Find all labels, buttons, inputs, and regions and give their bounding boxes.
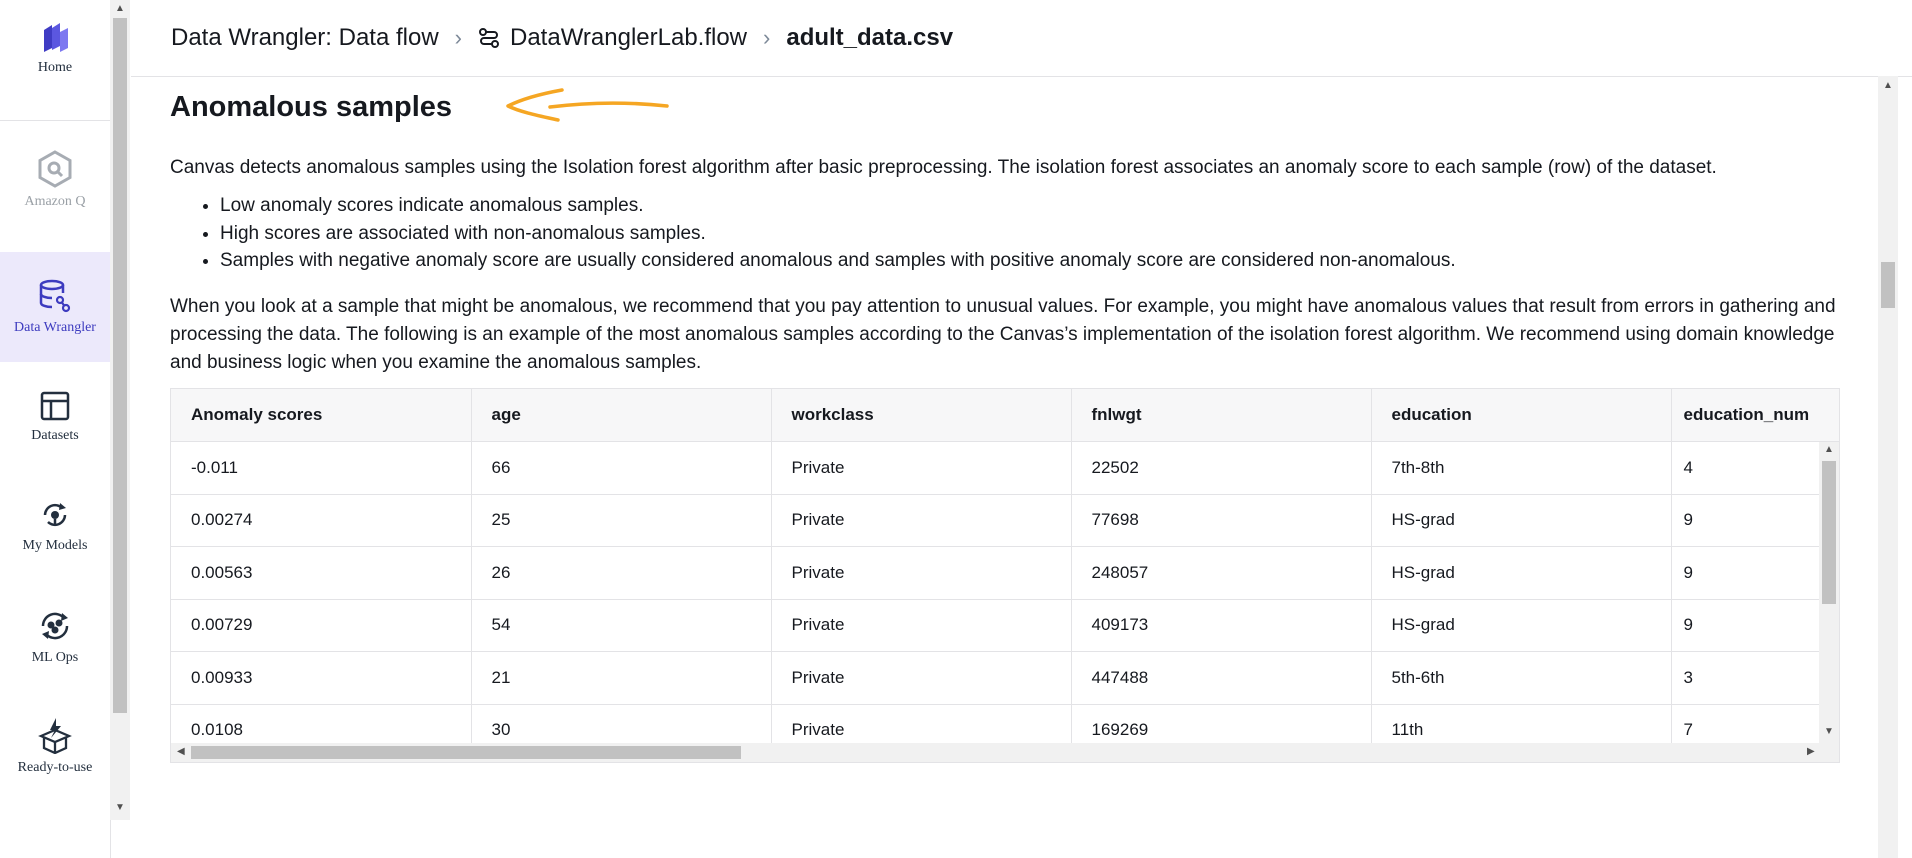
column-header[interactable]: Anomaly scores xyxy=(171,389,472,442)
table-cell: Private xyxy=(771,651,1072,705)
left-navigation: Home Amazon Q Data Wrangler Datasets My … xyxy=(0,0,111,858)
table-cell: 0.00729 xyxy=(171,599,472,652)
table-cell: 0.00933 xyxy=(171,651,472,705)
nav-item-datasets[interactable]: Datasets xyxy=(0,390,110,470)
table-cell: 66 xyxy=(471,441,772,495)
table-cell: 4 xyxy=(1671,441,1839,495)
table-cell: 9 xyxy=(1671,599,1839,652)
nav-label-data-wrangler: Data Wrangler xyxy=(14,320,96,335)
breadcrumb: Data Wrangler: Data flow › DataWranglerL… xyxy=(171,24,953,52)
amazon-q-icon xyxy=(38,150,72,188)
table-row: 0.00933 21 Private 447488 5th-6th 3 xyxy=(171,651,1839,705)
table-row: 0.00729 54 Private 409173 HS-grad 9 xyxy=(171,599,1839,652)
table-row: 0.00563 26 Private 248057 HS-grad 9 xyxy=(171,546,1839,600)
column-header[interactable]: age xyxy=(471,389,772,442)
bullet-list: Low anomaly scores indicate anomalous sa… xyxy=(170,192,1840,275)
table-horizontal-scrollbar-thumb[interactable] xyxy=(191,746,741,759)
table-cell: 9 xyxy=(1671,494,1839,547)
table-cell: 25 xyxy=(471,494,772,547)
table-cell: Private xyxy=(771,441,1072,495)
bullet-item: Low anomaly scores indicate anomalous sa… xyxy=(220,192,1840,220)
page-scrollbar[interactable]: ▲ xyxy=(1878,76,1898,858)
data-wrangler-icon xyxy=(39,279,71,313)
intro-paragraph: Canvas detects anomalous samples using t… xyxy=(170,157,1717,178)
nav-label-my-models: My Models xyxy=(22,538,88,553)
table-cell: 447488 xyxy=(1071,651,1372,705)
ready-to-use-icon xyxy=(38,718,72,754)
table-cell: 21 xyxy=(471,651,772,705)
chevron-right-icon: › xyxy=(763,25,771,50)
table-vertical-scrollbar[interactable]: ▲ ▼ xyxy=(1819,442,1839,743)
nav-item-data-wrangler[interactable]: Data Wrangler xyxy=(0,252,110,362)
datasets-icon xyxy=(40,391,70,421)
table-cell: 409173 xyxy=(1071,599,1372,652)
chevron-right-icon: › xyxy=(454,25,462,50)
nav-label-home: Home xyxy=(37,60,73,75)
table-cell: 7th-8th xyxy=(1371,441,1672,495)
nav-label-ready-to-use: Ready-to-use xyxy=(17,760,93,775)
breadcrumb-data-flow[interactable]: Data Wrangler: Data flow xyxy=(171,24,439,52)
annotation-arrow-icon xyxy=(506,88,669,122)
table-vertical-scrollbar-thumb[interactable] xyxy=(1822,461,1836,604)
bullet-item: Samples with negative anomaly score are … xyxy=(220,247,1840,275)
page-header: Data Wrangler: Data flow › DataWranglerL… xyxy=(131,0,1912,77)
scroll-down-arrow-icon[interactable]: ▼ xyxy=(1824,726,1834,737)
section-title: Anomalous samples xyxy=(170,91,453,123)
scroll-up-arrow-icon[interactable]: ▲ xyxy=(115,3,125,14)
table-cell: 0.00563 xyxy=(171,546,472,600)
table-cell: 0.00274 xyxy=(171,494,472,547)
nav-item-home[interactable]: Home xyxy=(0,20,110,120)
nav-item-ready-to-use[interactable]: Ready-to-use xyxy=(0,716,110,796)
table-row: 0.00274 25 Private 77698 HS-grad 9 xyxy=(171,494,1839,547)
table-cell: HS-grad xyxy=(1371,494,1672,547)
nav-item-amazon-q[interactable]: Amazon Q xyxy=(0,150,110,250)
table-cell: 77698 xyxy=(1071,494,1372,547)
nav-scrollbar-thumb[interactable] xyxy=(113,18,127,713)
scroll-up-arrow-icon[interactable]: ▲ xyxy=(1824,444,1834,455)
nav-label-amazon-q: Amazon Q xyxy=(24,194,86,209)
nav-scrollbar[interactable]: ▲ ▼ xyxy=(110,0,130,820)
breadcrumb-current-dataset: adult_data.csv xyxy=(786,24,954,51)
flow-icon xyxy=(479,28,499,48)
ml-ops-icon xyxy=(41,612,69,640)
table-cell: 9 xyxy=(1671,546,1839,600)
table-cell: 22502 xyxy=(1071,441,1372,495)
table-header-row: Anomaly scores age workclass fnlwgt educ… xyxy=(171,389,1839,442)
column-header[interactable]: fnlwgt xyxy=(1071,389,1372,442)
nav-item-my-models[interactable]: My Models xyxy=(0,498,110,578)
table-cell: Private xyxy=(771,494,1072,547)
table-cell: 5th-6th xyxy=(1371,651,1672,705)
table-cell: -0.011 xyxy=(171,441,472,495)
breadcrumb-flow-file[interactable]: DataWranglerLab.flow xyxy=(510,24,747,52)
scroll-down-arrow-icon[interactable]: ▼ xyxy=(115,802,125,813)
anomalous-samples-table: Anomaly scores age workclass fnlwgt educ… xyxy=(170,388,1840,763)
table-cell: Private xyxy=(771,599,1072,652)
scroll-up-arrow-icon[interactable]: ▲ xyxy=(1883,80,1893,91)
home-icon xyxy=(44,23,68,52)
my-models-icon xyxy=(43,503,67,527)
nav-item-ml-ops[interactable]: ML Ops xyxy=(0,608,110,688)
scroll-right-arrow-icon[interactable]: ▶ xyxy=(1807,746,1815,757)
column-header[interactable]: education_num xyxy=(1671,389,1839,442)
table-cell: HS-grad xyxy=(1371,546,1672,600)
table-cell: 26 xyxy=(471,546,772,600)
recommendation-paragraph: When you look at a sample that might be … xyxy=(170,295,1836,373)
table-row: -0.011 66 Private 22502 7th-8th 4 xyxy=(171,441,1839,495)
nav-label-ml-ops: ML Ops xyxy=(31,650,79,665)
column-header[interactable]: workclass xyxy=(771,389,1072,442)
scroll-left-arrow-icon[interactable]: ◀ xyxy=(177,746,185,757)
table-cell: HS-grad xyxy=(1371,599,1672,652)
table-cell: 54 xyxy=(471,599,772,652)
nav-divider xyxy=(0,120,110,121)
page-scrollbar-thumb[interactable] xyxy=(1881,262,1895,308)
table-cell: Private xyxy=(771,546,1072,600)
table-horizontal-scrollbar[interactable]: ◀ ▶ xyxy=(171,743,1839,762)
main-content: Anomalous samples Canvas detects anomalo… xyxy=(170,76,1840,763)
nav-label-datasets: Datasets xyxy=(31,428,79,443)
column-header[interactable]: education xyxy=(1371,389,1672,442)
table-cell: 248057 xyxy=(1071,546,1372,600)
table-cell: 3 xyxy=(1671,651,1839,705)
bullet-item: High scores are associated with non-anom… xyxy=(220,220,1840,248)
